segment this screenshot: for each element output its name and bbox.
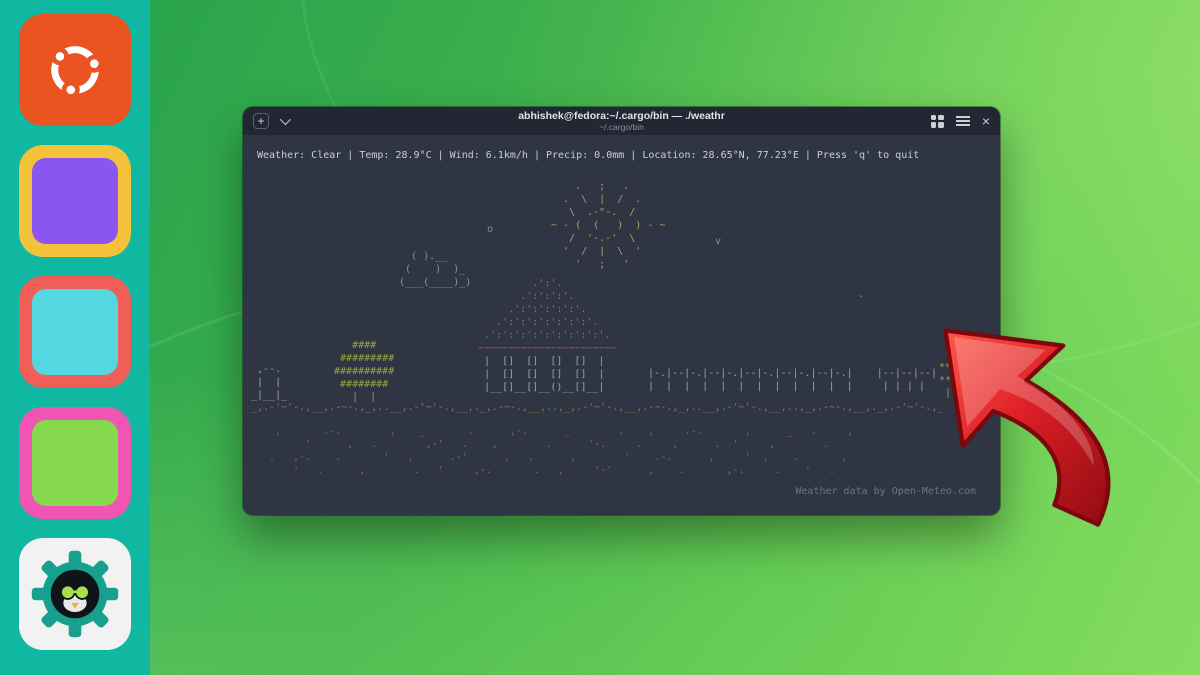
green-app-icon [19, 407, 131, 519]
cyan-app-icon [19, 276, 131, 388]
new-tab-button[interactable]: + [253, 113, 269, 129]
desktop: + abhishek@fedora:~/.cargo/bin — ./weath… [0, 0, 1200, 675]
purple-app-fill [32, 158, 118, 244]
icon-strip [0, 0, 150, 675]
ubuntu-logo-icon [19, 14, 131, 126]
hamburger-menu-icon[interactable] [956, 120, 970, 122]
ascii-bird: v [715, 235, 721, 248]
ascii-fence: |-.|--|-.|--|-.|--|-.|--|-.|--|-.| |--|-… [648, 367, 937, 393]
ascii-ground-line: _,.-'~'-.,__,.-~-.,_,..__,.-'~'-.,__,._,… [251, 401, 943, 414]
ascii-bushes: #### ######### ########## ######## | | [328, 339, 394, 404]
ascii-bird: - [858, 290, 864, 303]
weather-status-line: Weather: Clear | Temp: 28.9°C | Wind: 6.… [257, 149, 919, 162]
titlebar-right-controls: × [931, 107, 990, 135]
terminal-window: + abhishek@fedora:~/.cargo/bin — ./weath… [243, 107, 1000, 515]
terminal-titlebar[interactable]: + abhishek@fedora:~/.cargo/bin — ./weath… [243, 107, 1000, 135]
tab-overview-icon[interactable] [931, 115, 944, 128]
ascii-sun: . ; . . \ | / . \ .-"-. / ~ - ( ( ) ) - … [551, 180, 665, 271]
titlebar-left-controls: + [253, 107, 288, 135]
foss-gear-icon [19, 538, 131, 650]
chevron-down-icon[interactable] [280, 114, 291, 125]
close-icon[interactable]: × [982, 114, 990, 128]
window-subtitle: ~/.cargo/bin [599, 122, 644, 132]
ascii-house-body: | [] [] [] [] | | [] [] [] [] | |__[]__[… [448, 355, 605, 394]
ascii-ground-texture: , .-. , _ . ,-. _ . , .-. , _ . , ' , . … [257, 425, 853, 477]
ascii-shed: ,--. | | _|__|_ [251, 363, 287, 402]
ascii-bird: o [487, 223, 493, 236]
cyan-app-fill [32, 289, 118, 375]
red-arrow [928, 312, 1146, 532]
terminal-content[interactable]: Weather: Clear | Temp: 28.9°C | Wind: 6.… [243, 135, 1000, 515]
ascii-house-roof: .':'. .':':':'. .':':':':':'. .':':':':'… [448, 277, 617, 355]
window-title: abhishek@fedora:~/.cargo/bin — ./weathr [518, 111, 725, 122]
gear-penguin-icon [30, 549, 120, 639]
green-app-fill [32, 420, 118, 506]
ubuntu-circle-of-friends [36, 31, 114, 109]
purple-app-icon [19, 145, 131, 257]
